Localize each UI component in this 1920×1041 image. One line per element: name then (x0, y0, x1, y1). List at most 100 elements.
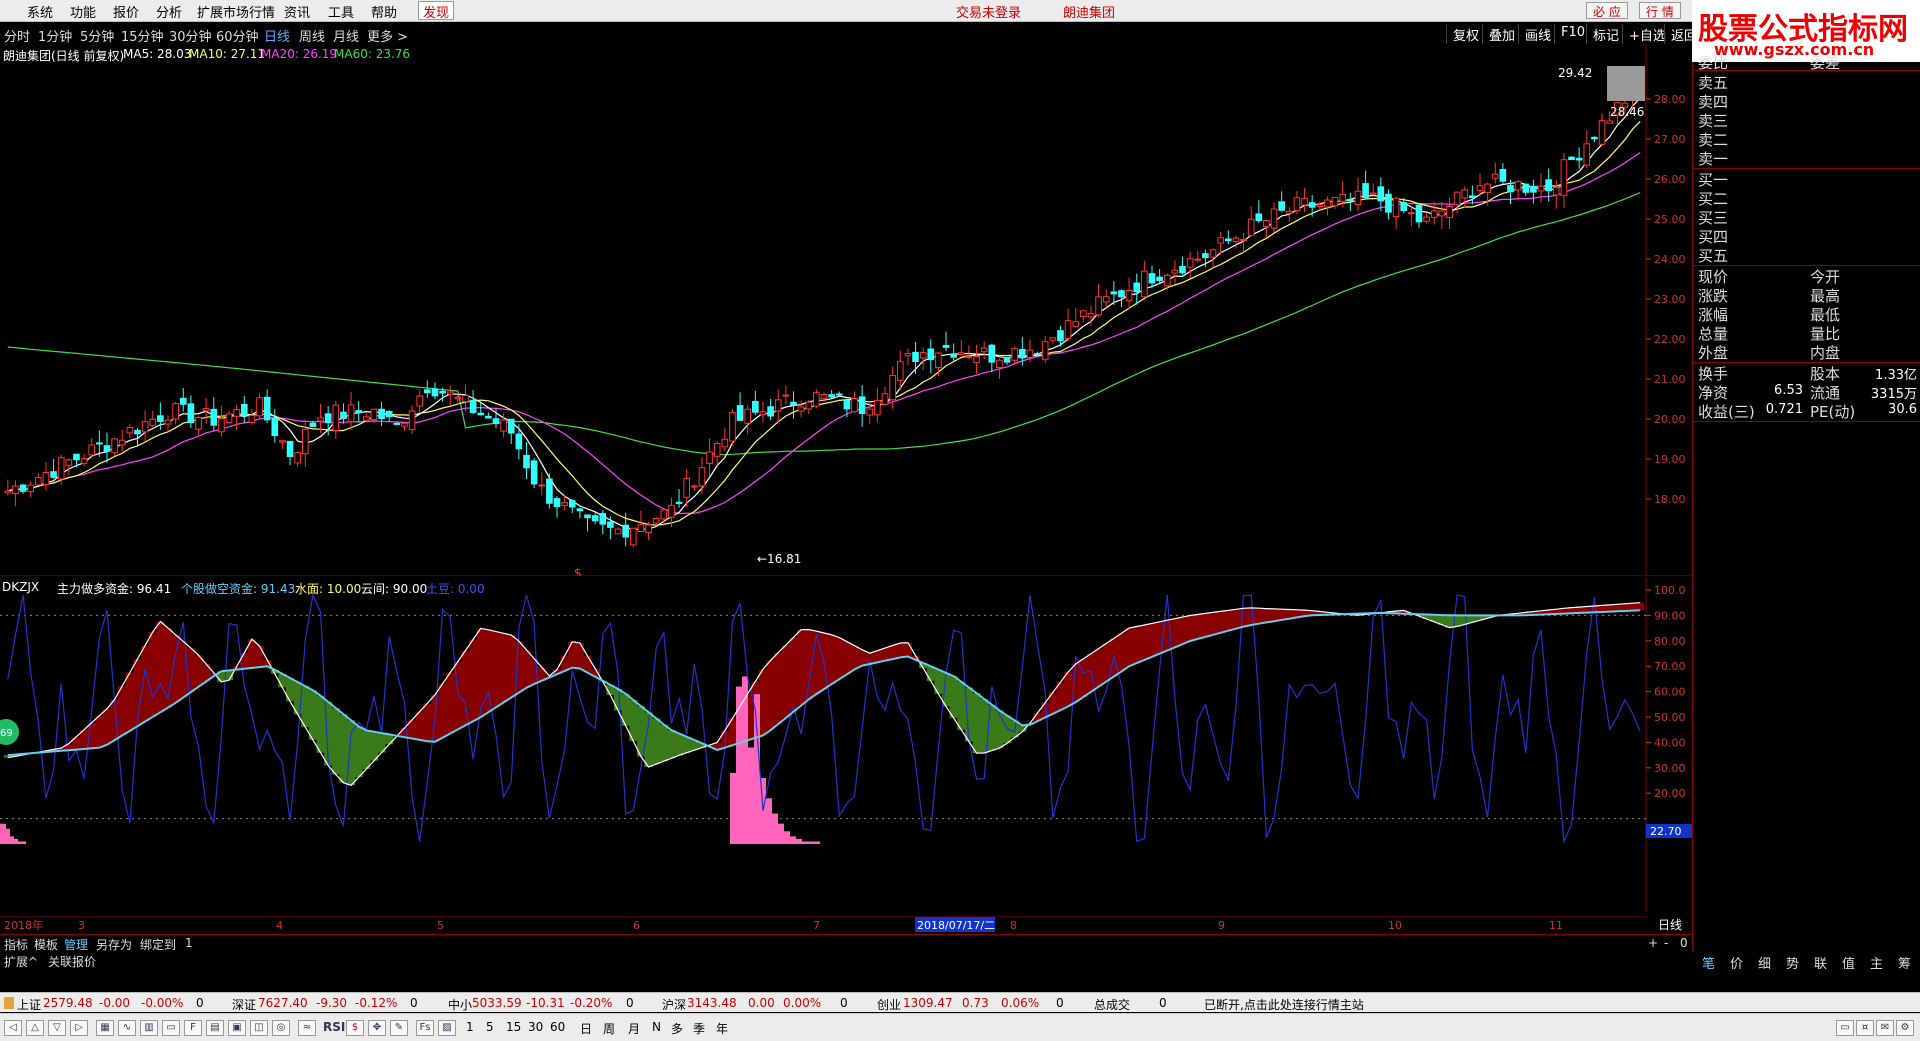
candle (1232, 237, 1240, 243)
rsi-button[interactable]: RSI (323, 1020, 345, 1034)
overlay-button[interactable]: 叠加 (1482, 24, 1521, 44)
candle (828, 394, 835, 398)
period-15-button[interactable]: 15 (506, 1020, 521, 1034)
period-15min[interactable]: 15分钟 (121, 26, 164, 45)
menu-function[interactable]: 功能 (70, 2, 96, 21)
volume-bar (778, 823, 784, 844)
candlestick-chart[interactable]: 29.42 28.46 ←16.81 $ 28.00 27.00 26.00 25.0… (0, 44, 1692, 576)
period-day-button[interactable]: 日 (580, 1020, 592, 1037)
screen-icon[interactable]: ▭ (1836, 1020, 1854, 1036)
related-quote-tab[interactable]: 关联报价 (48, 953, 96, 970)
candle (210, 408, 218, 426)
gem-index-name[interactable]: 创业 (877, 996, 901, 1013)
tab-save-as[interactable]: 另存为 (96, 936, 132, 953)
period-5min[interactable]: 5分钟 (80, 26, 114, 45)
bar-chart-icon[interactable]: ▥ (140, 1020, 158, 1036)
period-month[interactable]: 月线 (333, 26, 359, 45)
candle (96, 442, 103, 445)
sz-index-name[interactable]: 深证 (232, 996, 256, 1013)
period-30min[interactable]: 30分钟 (169, 26, 212, 45)
arrow-down-icon[interactable]: ▽ (48, 1020, 66, 1036)
hs300-index-name[interactable]: 沪深 (662, 996, 686, 1013)
sh-index-name[interactable]: 上证 (17, 996, 41, 1013)
candle (1339, 193, 1347, 202)
zoom-out-button[interactable]: - (1664, 936, 1668, 950)
dollar-icon[interactable]: $ (346, 1020, 364, 1036)
fuquan-button[interactable]: 复权 (1446, 24, 1485, 44)
move-icon[interactable]: ✥ (368, 1020, 386, 1036)
period-5-button[interactable]: 5 (486, 1020, 494, 1034)
trade-login-status[interactable]: 交易未登录 (956, 2, 1021, 21)
tab-one[interactable]: 1 (185, 936, 193, 950)
period-1min[interactable]: 1分钟 (38, 26, 72, 45)
period-week-button[interactable]: 周 (603, 1020, 615, 1037)
arrow-right-icon[interactable]: ▷ (70, 1020, 88, 1036)
period-fenshi[interactable]: 分时 (4, 26, 30, 45)
logo-url: www.gszx.com.cn (1714, 40, 1875, 59)
menu-quote[interactable]: 报价 (113, 2, 139, 21)
folder-icon[interactable] (4, 997, 14, 1009)
period-30-button[interactable]: 30 (528, 1020, 543, 1034)
candle (752, 401, 759, 413)
fs-icon[interactable]: Fs (416, 1020, 434, 1036)
zoom-in-button[interactable]: + (1648, 936, 1658, 950)
period-week[interactable]: 周线 (299, 26, 325, 45)
sme-index-name[interactable]: 中小 (448, 996, 472, 1013)
menu-tools[interactable]: 工具 (328, 2, 354, 21)
hangqing-button[interactable]: 行 情 (1639, 2, 1681, 19)
zoom-reset-button[interactable]: 0 (1680, 936, 1688, 950)
tab-bind-to[interactable]: 绑定到 (140, 936, 176, 953)
volume-ratio-label: 量比 (1810, 325, 1841, 343)
gem-index-value: 1309.47 (903, 996, 953, 1010)
menu-ext-market[interactable]: 扩展市场行情 (197, 2, 275, 21)
biying-button[interactable]: 必 应 (1586, 2, 1628, 19)
menu-help[interactable]: 帮助 (371, 2, 397, 21)
menu-discover[interactable]: 发现 (418, 1, 455, 21)
chart-icon[interactable]: ◫ (250, 1020, 268, 1036)
period-season-button[interactable]: 季 (693, 1020, 705, 1037)
candle (1476, 185, 1484, 191)
period-day[interactable]: 日线 (264, 26, 290, 45)
price-axis-tick: 21.00 (1654, 373, 1686, 386)
menu-system[interactable]: 系统 (27, 2, 53, 21)
period-more[interactable]: 更多 > (367, 26, 408, 45)
settings-icon[interactable]: ⚙ (1896, 1020, 1914, 1036)
period-60-button[interactable]: 60 (550, 1020, 565, 1034)
indicator-chart[interactable]: 69 22.70 100.0 90.00 80.00 70.00 60.00 50.00 4… (0, 578, 1692, 912)
f10-icon[interactable]: F (184, 1020, 202, 1036)
mail-icon[interactable]: ✉ (1876, 1020, 1894, 1036)
period-n-button[interactable]: N (652, 1020, 661, 1034)
period-1-button[interactable]: 1 (466, 1020, 474, 1034)
menu-news[interactable]: 资讯 (284, 2, 310, 21)
menu-analysis[interactable]: 分析 (156, 2, 182, 21)
wave-icon[interactable]: ≈ (298, 1020, 316, 1036)
back-button[interactable]: 返回 (1664, 24, 1697, 44)
line-chart-icon[interactable]: ∿ (118, 1020, 136, 1036)
period-60min[interactable]: 60分钟 (216, 26, 259, 45)
extend-toggle[interactable]: 扩展^ (4, 953, 38, 970)
picture-icon[interactable]: ▨ (438, 1020, 456, 1036)
candle (843, 399, 851, 410)
candle (1080, 310, 1087, 317)
period-month-button[interactable]: 月 (628, 1020, 640, 1037)
layout-icon[interactable]: ▣ (228, 1020, 246, 1036)
draw-button[interactable]: 画线 (1518, 24, 1557, 44)
tab-indicator[interactable]: 指标 (4, 936, 28, 953)
hs300-index-value: 3143.48 (687, 996, 737, 1010)
window-icon[interactable]: ▭ (162, 1020, 180, 1036)
pencil-icon[interactable]: ✎ (390, 1020, 408, 1036)
panel-icon[interactable]: ▤ (206, 1020, 224, 1036)
tab-template[interactable]: 模板 (34, 936, 58, 953)
candle (1484, 183, 1491, 194)
grid-icon[interactable]: ▦ (96, 1020, 114, 1036)
period-year-button[interactable]: 年 (716, 1020, 728, 1037)
coin-icon[interactable]: ¤ (1856, 1020, 1874, 1036)
connection-status[interactable]: 已断开,点击此处连接行情主站 (1204, 996, 1364, 1013)
tab-manage[interactable]: 管理 (64, 936, 88, 953)
mark-button[interactable]: 标记 (1586, 24, 1625, 44)
candle (263, 396, 271, 421)
arrow-left-icon[interactable]: ◁ (4, 1020, 22, 1036)
period-multi-button[interactable]: 多 (671, 1020, 683, 1037)
refresh-icon[interactable]: ◎ (272, 1020, 290, 1036)
arrow-up-icon[interactable]: △ (26, 1020, 44, 1036)
